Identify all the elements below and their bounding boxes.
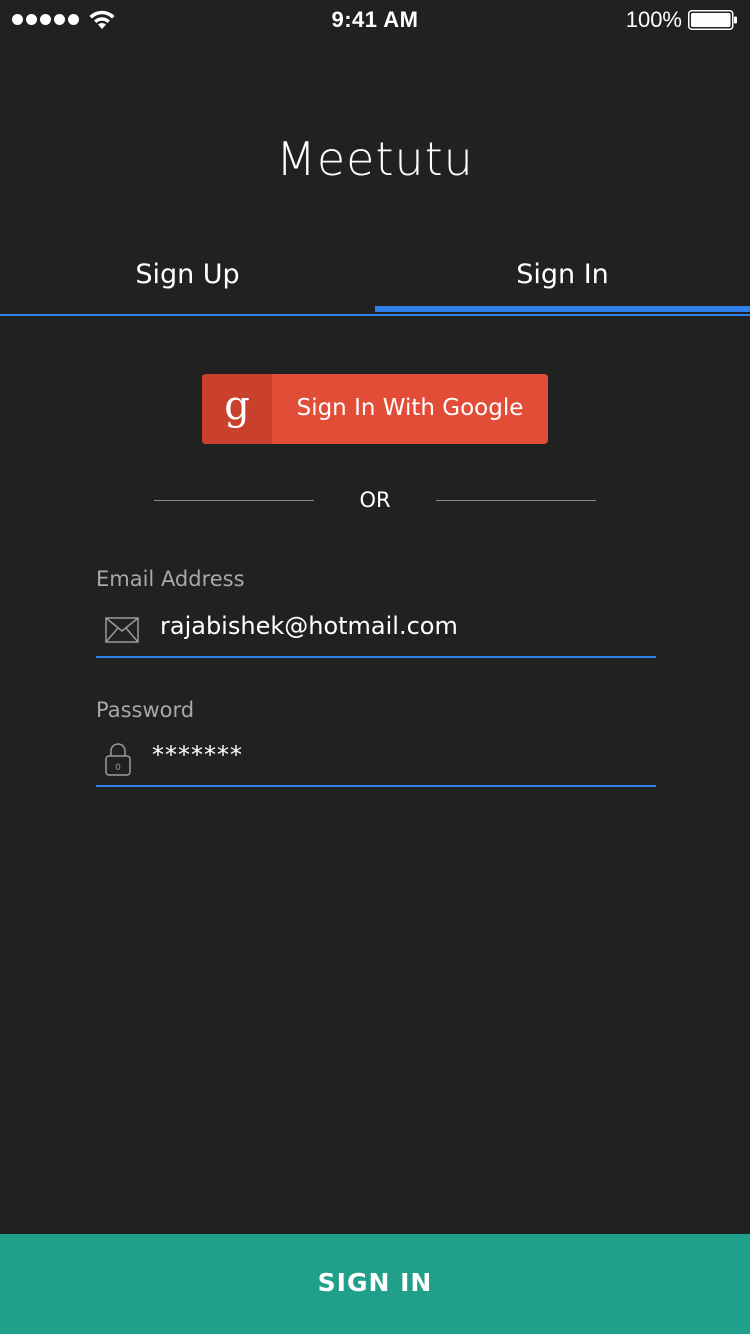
google-g-glyph: g [224, 383, 250, 429]
email-value: rajabishek@hotmail.com [160, 612, 458, 640]
google-g-icon: g [202, 374, 272, 444]
app-title: Meetutu [276, 132, 474, 186]
auth-tabs: Sign Up Sign In [0, 240, 750, 316]
password-field[interactable]: 0 ******* [96, 729, 656, 787]
divider-line-right [436, 500, 596, 501]
active-tab-indicator [375, 306, 750, 312]
envelope-icon [105, 617, 139, 643]
password-label: Password [96, 698, 195, 722]
google-sign-in-button[interactable]: g Sign In With Google [202, 374, 548, 444]
divider-line-left [154, 500, 314, 501]
tab-sign-up[interactable]: Sign Up [0, 240, 375, 312]
password-value: ******* [152, 741, 243, 769]
status-bar: 9:41 AM 100% [0, 0, 750, 40]
sign-in-button[interactable]: SIGN IN [0, 1234, 750, 1334]
or-divider-label: OR [359, 488, 391, 512]
tab-sign-in[interactable]: Sign In [375, 240, 750, 312]
email-field[interactable]: rajabishek@hotmail.com [96, 600, 656, 658]
google-sign-in-label: Sign In With Google [296, 395, 524, 421]
battery-percent: 100% [625, 7, 682, 32]
svg-text:0: 0 [115, 763, 121, 773]
email-label: Email Address [96, 567, 245, 591]
battery-icon [688, 10, 737, 30]
lock-icon: 0 [105, 743, 131, 776]
